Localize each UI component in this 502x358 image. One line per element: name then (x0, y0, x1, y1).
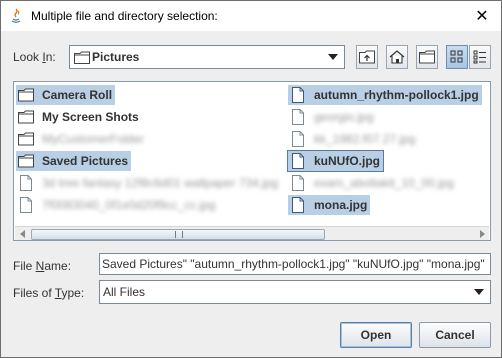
file-icon (292, 175, 304, 191)
file-name: 3d tree fantasy 12f8c6d01 wallpaper 734.… (42, 176, 279, 190)
scrollbar-thumb[interactable] (31, 229, 325, 240)
horizontal-scrollbar[interactable] (15, 226, 489, 240)
list-item[interactable]: kk_1982.f07.27.jpg (288, 129, 418, 149)
list-item[interactable]: 7f0083040_0f1e0d20f9cc_cc.jpg (16, 195, 218, 215)
close-icon[interactable]: ✕ (463, 1, 501, 31)
new-folder-icon (419, 50, 435, 64)
file-name: autumn_rhythm-pollock1.jpg (311, 87, 482, 103)
file-icon (292, 87, 304, 103)
list-item[interactable]: georgio.jpg (288, 107, 376, 127)
folder-icon (18, 88, 34, 102)
folder-icon (18, 132, 34, 146)
list-item[interactable]: Saved Pictures (16, 151, 132, 171)
details-view-button[interactable] (469, 45, 491, 69)
file-name-field[interactable]: Saved Pictures" "autumn_rhythm-pollock1.… (99, 253, 491, 275)
file-name: kuNUfO.jpg (311, 153, 383, 169)
file-name: kk_1982.f07.27.jpg (314, 132, 416, 146)
files-of-type-combobox[interactable]: All Files (99, 280, 491, 304)
scroll-left-icon[interactable] (15, 227, 29, 240)
file-name: 7f0083040_0f1e0d20f9cc_cc.jpg (42, 198, 216, 212)
scroll-right-icon[interactable] (475, 227, 489, 240)
file-name-label: File Name: (13, 259, 72, 273)
file-name: My Screen Shots (42, 110, 139, 124)
look-in-value: Pictures (92, 50, 140, 64)
up-one-level-button[interactable] (356, 45, 378, 69)
title-bar[interactable]: Multiple file and directory selection: ✕ (1, 1, 501, 31)
file-name: exam_aboltakit_10_00.jpg (314, 176, 455, 190)
file-icon (20, 197, 32, 213)
open-button[interactable]: Open (340, 322, 412, 348)
file-icon (292, 153, 304, 169)
files-of-type-value: All Files (103, 285, 146, 299)
new-folder-button[interactable] (416, 45, 438, 69)
list-item[interactable]: Camera Roll (16, 85, 116, 105)
list-view-button[interactable] (446, 45, 468, 69)
file-icon (292, 131, 304, 147)
details-view-icon (473, 50, 486, 64)
list-view-icon (450, 50, 463, 63)
list-item[interactable]: MyCustomerFolder (16, 129, 147, 149)
cancel-button[interactable]: Cancel (419, 322, 491, 348)
up-one-level-icon (359, 50, 375, 64)
file-name: Camera Roll (39, 87, 116, 103)
file-name: georgio.jpg (314, 110, 374, 124)
folder-icon (18, 154, 34, 168)
list-item[interactable]: My Screen Shots (16, 107, 142, 127)
file-icon (292, 109, 304, 125)
home-icon (389, 50, 405, 64)
folder-icon (18, 110, 34, 124)
folder-icon (74, 51, 90, 64)
list-item[interactable]: mona.jpg (288, 195, 371, 215)
list-item[interactable]: autumn_rhythm-pollock1.jpg (288, 85, 482, 105)
java-icon (11, 8, 21, 23)
look-in-label: Look In: (13, 50, 56, 64)
chevron-down-icon[interactable] (322, 46, 344, 68)
look-in-combobox[interactable]: Pictures (69, 45, 345, 69)
file-chooser-dialog: Multiple file and directory selection: ✕… (0, 0, 502, 358)
list-item[interactable]: exam_aboltakit_10_00.jpg (288, 173, 457, 193)
file-name: MyCustomerFolder (42, 132, 145, 146)
files-of-type-label: Files of Type: (13, 286, 85, 300)
window-title: Multiple file and directory selection: (31, 9, 218, 23)
home-button[interactable] (386, 45, 408, 69)
list-item[interactable]: 3d tree fantasy 12f8c6d01 wallpaper 734.… (16, 173, 281, 193)
file-icon (292, 197, 304, 213)
file-icon (20, 175, 32, 191)
list-item[interactable]: kuNUfO.jpg (287, 150, 384, 172)
file-list[interactable]: Camera Roll My Screen Shots MyCustomerFo… (13, 81, 491, 241)
file-name: mona.jpg (311, 197, 371, 213)
file-name: Saved Pictures (39, 153, 132, 169)
chevron-down-icon[interactable] (468, 281, 490, 303)
